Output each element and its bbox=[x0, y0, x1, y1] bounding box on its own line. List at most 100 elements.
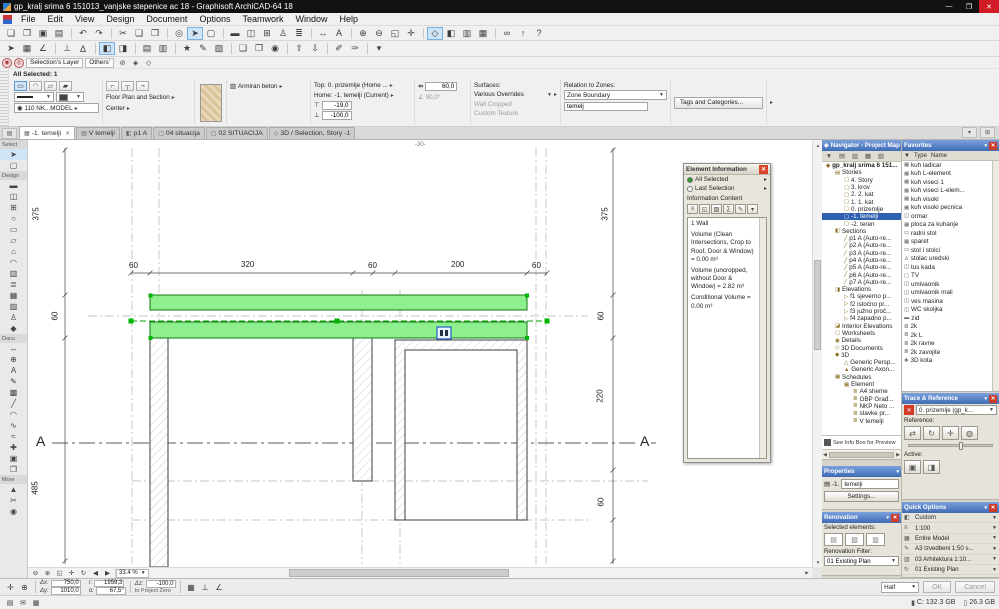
virtual-trace-icon[interactable]: ◨ bbox=[115, 42, 131, 55]
fill-tool[interactable]: ▩ bbox=[0, 387, 27, 398]
pick-up-parameters-icon[interactable]: ✐ bbox=[331, 42, 347, 55]
tree-item-section-p4[interactable]: ╱ p4 A (Auto-re... bbox=[822, 257, 901, 264]
window-tool[interactable]: ⊞ bbox=[0, 202, 27, 213]
morph-tool[interactable]: ◆ bbox=[0, 323, 27, 334]
favorite-item[interactable]: ≣ 2k zavojite bbox=[902, 348, 992, 357]
tab-3d-selection[interactable]: ◇ 3D / Selection, Story -1 bbox=[268, 127, 356, 139]
paste-icon[interactable]: ❒ bbox=[147, 27, 163, 40]
selected-wall[interactable] bbox=[128, 293, 550, 341]
properties-id-field[interactable]: temelji bbox=[841, 479, 899, 489]
save-icon[interactable]: ▣ bbox=[35, 27, 51, 40]
menu-item[interactable]: Document bbox=[140, 13, 193, 25]
label-tool[interactable]: ✎ bbox=[0, 376, 27, 387]
tree-item-elevations[interactable]: ◨ Elevations bbox=[822, 286, 901, 293]
close-icon[interactable]: ✕ bbox=[989, 503, 997, 512]
gravity-icon[interactable]: ⊥ bbox=[199, 581, 212, 593]
level-dimension-tool[interactable]: ⊕ bbox=[0, 354, 27, 365]
dimension-tool-icon[interactable]: ↔ bbox=[315, 27, 331, 40]
pen-set-combo[interactable]: ✎ A3 Izvedbeni 1:50 s... ▼ bbox=[902, 544, 999, 555]
switch-reference-icon[interactable]: ⇄ bbox=[904, 426, 921, 440]
favorite-item[interactable]: ▢ TV bbox=[902, 272, 992, 281]
palette-title-bar[interactable]: Element Information ✕ bbox=[684, 164, 770, 175]
favorite-item[interactable]: ≣ 2k ravne bbox=[902, 340, 992, 349]
tree-item-story-1[interactable]: ▢ 1. 1. kat bbox=[822, 198, 901, 206]
favorite-item[interactable]: ◫ tus kada bbox=[902, 263, 992, 272]
slab-tool[interactable]: ▱ bbox=[0, 235, 27, 246]
close-icon[interactable]: ✕ bbox=[989, 394, 997, 403]
toolbox-tool[interactable]: More bbox=[0, 475, 27, 484]
ok-button[interactable]: OK bbox=[923, 581, 952, 593]
tool-icon[interactable] bbox=[491, 27, 499, 40]
z-value-field[interactable]: -100,0 bbox=[145, 580, 176, 588]
door-tool-icon[interactable]: ◫ bbox=[243, 27, 259, 40]
spline-tool[interactable]: ≈ bbox=[0, 431, 27, 442]
cursor-mode-icon[interactable]: ➤ bbox=[3, 42, 19, 55]
favorite-item[interactable]: ◫ umivaonik mali bbox=[902, 289, 992, 298]
tree-item-elev-f3[interactable]: ▷ f3 južno proč... bbox=[822, 308, 901, 315]
unlock-layer-icon[interactable]: ◇ bbox=[142, 58, 155, 68]
tree-item-section-p6[interactable]: ╱ p6 A (Auto-re... bbox=[822, 271, 901, 279]
wall-preview-icon[interactable] bbox=[199, 83, 222, 122]
trace-reference-combo[interactable]: 0. prizemlje (gp_k... ▼ bbox=[916, 405, 997, 415]
element-info-scrollbar[interactable] bbox=[759, 218, 766, 458]
wall-tool-icon[interactable]: ▬ bbox=[227, 27, 243, 40]
layer-settings-icon[interactable]: ▥ bbox=[459, 27, 475, 40]
tree-item-story-2[interactable]: ▢ 2. 2. kat bbox=[822, 191, 901, 198]
last-selection-radio[interactable]: Last Selection ▸ bbox=[684, 184, 770, 193]
tab-options-icon[interactable]: ⊞ bbox=[980, 127, 995, 138]
tracker-icon[interactable]: ✛ bbox=[4, 581, 17, 593]
snap-angle-icon[interactable]: ∠ bbox=[213, 581, 226, 593]
scroll-left-icon[interactable]: ◀ bbox=[823, 452, 827, 458]
tool-icon[interactable] bbox=[283, 42, 291, 55]
pen-set-icon[interactable]: ✎ bbox=[195, 42, 211, 55]
tree-item-elev-f2[interactable]: ▷ f2 istočno pr... bbox=[822, 301, 901, 308]
straight-wall-icon[interactable]: ▭ bbox=[14, 81, 27, 91]
wall-tool[interactable]: ▬ bbox=[0, 180, 27, 191]
chevron-down-icon[interactable]: ▾ bbox=[896, 469, 899, 475]
favorite-item[interactable]: ▭ stol i stolci bbox=[902, 246, 992, 255]
shell-tool[interactable]: ◠ bbox=[0, 257, 27, 268]
stretch-handle[interactable] bbox=[436, 326, 452, 340]
quick-options-header[interactable]: Quick Options ▾ ✕ bbox=[902, 502, 999, 513]
navigator-header[interactable]: ◈ Navigator - Project Map ▾ ✕ bbox=[822, 140, 901, 151]
ref-line-left-icon[interactable]: ⌐ bbox=[106, 81, 119, 91]
figure-tool[interactable]: ▣ bbox=[0, 453, 27, 464]
tree-item-a4-sheme[interactable]: ≣ A4 sheme bbox=[822, 388, 901, 395]
plan-display-link[interactable]: Floor Plan and Section ▸ bbox=[106, 92, 191, 102]
horizontal-scroll-thumb[interactable] bbox=[288, 569, 509, 577]
tree-item-sections[interactable]: ◧ Sections bbox=[822, 228, 901, 235]
tab-p1-a[interactable]: ◧ p1 A bbox=[120, 127, 153, 139]
dimension-tool[interactable]: ↔ bbox=[0, 343, 27, 354]
vertical-scroll-thumb[interactable] bbox=[814, 260, 821, 350]
tree-item-story-0[interactable]: ▢ 0. prizemlje bbox=[822, 206, 901, 213]
notes-icon[interactable]: ✎ bbox=[735, 204, 746, 214]
name-column-label[interactable]: Name bbox=[931, 153, 947, 159]
inject-parameters-icon[interactable]: ✑ bbox=[347, 42, 363, 55]
lock-icon[interactable]: ◉ bbox=[267, 42, 283, 55]
group-icon[interactable]: ❑ bbox=[235, 42, 251, 55]
filter-icon[interactable]: ▼ bbox=[904, 153, 910, 159]
tool-icon[interactable] bbox=[347, 27, 355, 40]
favorite-item[interactable]: ▦ sparet bbox=[902, 238, 992, 247]
ref-line-center-icon[interactable]: ┬ bbox=[121, 81, 134, 91]
tab-04-situacija[interactable]: ▢ 04 situacija bbox=[153, 127, 205, 139]
menu-item[interactable]: Options bbox=[193, 13, 236, 25]
horizontal-scrollbar[interactable] bbox=[149, 568, 802, 578]
tool-icon[interactable] bbox=[67, 27, 75, 40]
tool-icon[interactable] bbox=[307, 27, 315, 40]
flyout-icon[interactable]: ▾ bbox=[747, 204, 758, 214]
marquee-tool[interactable]: ▢ bbox=[0, 160, 27, 171]
toolbox-tool[interactable]: Design bbox=[0, 171, 27, 180]
text-tool[interactable]: A bbox=[0, 365, 27, 376]
tree-item-section-p7[interactable]: ╱ p7 A (Auto-re... bbox=[822, 279, 901, 286]
coordinate-field[interactable]: Δy: 1010,0 bbox=[40, 587, 81, 595]
beam-tool[interactable]: ▭ bbox=[0, 224, 27, 235]
tree-item-story-minus2[interactable]: ▢ -2. teren bbox=[822, 220, 901, 228]
door-tool[interactable]: ◫ bbox=[0, 191, 27, 202]
menu-item[interactable]: Teamwork bbox=[236, 13, 289, 25]
renovation-filter-combo[interactable]: ↻ 01 Existing Plan ▼ bbox=[902, 565, 999, 576]
active-transparency-icon[interactable]: ◨ bbox=[923, 460, 940, 474]
close-icon[interactable]: ✕ bbox=[759, 164, 768, 174]
tool-icon[interactable] bbox=[171, 42, 179, 55]
tab-02-situacija[interactable]: ▢ 02 SITUACIJA bbox=[205, 127, 268, 139]
